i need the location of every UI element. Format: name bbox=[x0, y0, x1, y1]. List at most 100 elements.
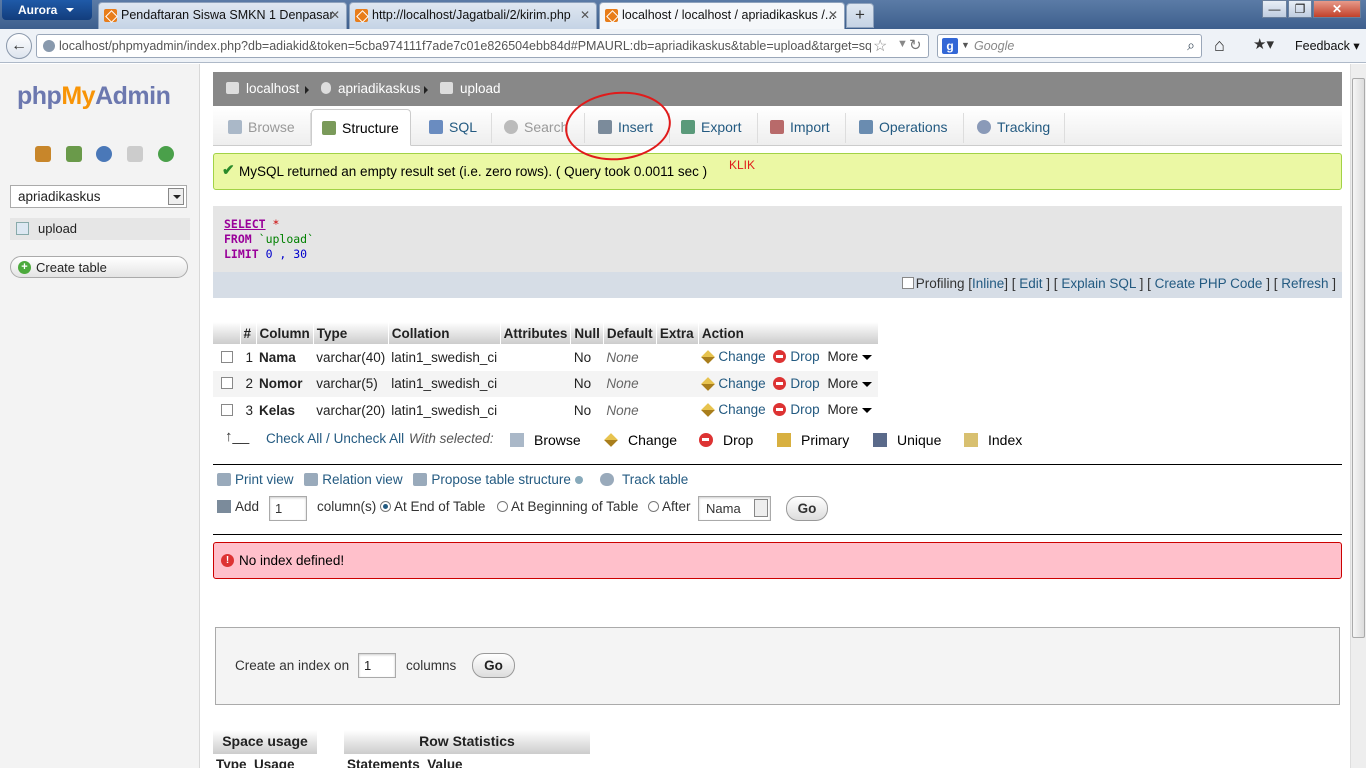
bulk-unique-button[interactable]: Unique bbox=[873, 432, 941, 448]
feedback-menu[interactable]: Feedback ▾ bbox=[1295, 38, 1360, 53]
more-button[interactable]: More bbox=[827, 402, 873, 417]
new-tab-button[interactable]: + bbox=[846, 3, 874, 28]
column-header[interactable]: Null bbox=[570, 322, 604, 344]
drop-button[interactable]: Drop bbox=[773, 376, 820, 391]
tab-operations[interactable]: Operations bbox=[859, 109, 947, 146]
browser-tab[interactable]: Pendaftaran Siswa SMKN 1 Denpasar ✕ bbox=[98, 2, 347, 29]
change-button[interactable]: Change bbox=[701, 402, 766, 417]
close-icon[interactable]: ✕ bbox=[828, 8, 838, 22]
after-option[interactable]: After bbox=[648, 499, 691, 514]
bulk-browse-button[interactable]: Browse bbox=[510, 432, 581, 448]
drop-button[interactable]: Drop bbox=[773, 349, 820, 364]
add-column-go-button[interactable]: Go bbox=[786, 496, 828, 521]
explain-sql-link[interactable]: Explain SQL bbox=[1061, 276, 1136, 291]
index-count-input[interactable]: 1 bbox=[358, 653, 396, 678]
bookmark-star-icon[interactable]: ☆ bbox=[873, 36, 887, 56]
radio[interactable] bbox=[648, 501, 659, 512]
relation-view-link[interactable]: Relation view bbox=[304, 472, 403, 487]
browser-tab[interactable]: http://localhost/Jagatbali/2/kirim.php ✕ bbox=[349, 2, 597, 29]
bookmarks-menu-icon[interactable]: ★▾ bbox=[1253, 35, 1274, 53]
add-column-count-input[interactable]: 1 bbox=[269, 496, 307, 521]
tab-tracking[interactable]: Tracking bbox=[977, 109, 1050, 146]
create-table-button[interactable]: + Create table bbox=[10, 256, 188, 278]
tab-search[interactable]: Search bbox=[504, 109, 568, 146]
pencil-icon bbox=[701, 376, 716, 391]
window-close-button[interactable]: ✕ bbox=[1313, 0, 1361, 18]
change-button[interactable]: Change bbox=[701, 376, 766, 391]
search-icon[interactable]: ⌕ bbox=[1187, 37, 1195, 54]
back-button[interactable]: ← bbox=[6, 33, 32, 59]
maximize-button[interactable]: ❐ bbox=[1288, 0, 1312, 18]
column-header[interactable]: Default bbox=[603, 322, 657, 344]
help-icon[interactable] bbox=[96, 146, 113, 162]
tab-structure[interactable]: Structure bbox=[311, 109, 411, 146]
google-icon[interactable]: g bbox=[942, 38, 958, 54]
check-all-link[interactable]: Check All bbox=[266, 431, 322, 446]
sidebar-item-upload[interactable]: upload bbox=[10, 218, 190, 240]
sql-keyword[interactable]: SELECT bbox=[224, 217, 266, 231]
column-header[interactable]: Extra bbox=[656, 322, 699, 344]
column-header[interactable]: Type bbox=[313, 322, 389, 344]
reload-icon[interactable]: ↻ bbox=[909, 36, 922, 54]
drop-button[interactable]: Drop bbox=[773, 402, 820, 417]
radio-selected[interactable] bbox=[380, 501, 391, 512]
vertical-scrollbar[interactable] bbox=[1350, 64, 1366, 768]
home-icon[interactable] bbox=[35, 146, 51, 162]
column-header[interactable]: Attributes bbox=[500, 322, 572, 344]
close-icon[interactable]: ✕ bbox=[330, 8, 340, 22]
help-icon[interactable] bbox=[574, 476, 583, 484]
column-header[interactable]: Collation bbox=[388, 322, 501, 344]
print-view-link[interactable]: Print view bbox=[217, 472, 294, 487]
breadcrumb-database[interactable]: apriadikaskus bbox=[321, 81, 421, 96]
logout-icon[interactable] bbox=[65, 146, 82, 162]
radio[interactable] bbox=[497, 501, 508, 512]
xampp-favicon-icon bbox=[104, 9, 117, 22]
reload-icon[interactable] bbox=[157, 146, 174, 162]
profiling-checkbox[interactable] bbox=[901, 277, 914, 289]
address-bar[interactable]: localhost/phpmyadmin/index.php?db=adiaki… bbox=[36, 34, 929, 58]
close-icon[interactable]: ✕ bbox=[580, 8, 590, 22]
browser-title-bar: Aurora Pendaftaran Siswa SMKN 1 Denpasar… bbox=[0, 0, 1366, 29]
bulk-primary-button[interactable]: Primary bbox=[777, 432, 849, 448]
refresh-link[interactable]: Refresh bbox=[1281, 276, 1328, 291]
create-index-go-button[interactable]: Go bbox=[472, 653, 515, 678]
tab-export[interactable]: Export bbox=[681, 109, 741, 146]
uncheck-all-link[interactable]: Uncheck All bbox=[334, 431, 405, 446]
browser-tab-active[interactable]: localhost / localhost / apriadikaskus /.… bbox=[599, 2, 845, 29]
edit-link[interactable]: Edit bbox=[1019, 276, 1042, 291]
chevron-down-icon[interactable]: ▼ bbox=[961, 40, 970, 50]
inline-link[interactable]: Inline bbox=[972, 276, 1004, 291]
create-php-code-link[interactable]: Create PHP Code bbox=[1155, 276, 1263, 291]
change-button[interactable]: Change bbox=[701, 349, 766, 364]
row-checkbox[interactable] bbox=[221, 403, 233, 416]
home-icon[interactable]: ⌂ bbox=[1214, 35, 1225, 56]
column-header[interactable]: Column bbox=[256, 322, 314, 344]
bulk-change-button[interactable]: Change bbox=[604, 432, 677, 448]
track-table-link[interactable]: Track table bbox=[600, 472, 688, 487]
row-checkbox[interactable] bbox=[221, 377, 233, 390]
documentation-icon[interactable] bbox=[126, 146, 143, 162]
propose-structure-link[interactable]: Propose table structure bbox=[413, 472, 583, 487]
after-field-select[interactable]: Nama bbox=[698, 496, 771, 521]
breadcrumb-table[interactable]: upload bbox=[440, 81, 501, 96]
history-dropdown-icon[interactable]: ▼ bbox=[897, 38, 908, 50]
tab-sql[interactable]: SQL bbox=[429, 109, 477, 146]
at-end-option[interactable]: At End of Table bbox=[380, 499, 485, 514]
search-bar[interactable]: g ▼ Google ⌕ bbox=[937, 34, 1202, 58]
more-button[interactable]: More bbox=[827, 376, 873, 392]
field-type: varchar(40) bbox=[316, 349, 386, 365]
aurora-menu-button[interactable]: Aurora bbox=[2, 0, 92, 20]
breadcrumb-server[interactable]: localhost bbox=[226, 81, 299, 96]
phpmyadmin-logo[interactable]: phpMyAdmin bbox=[17, 82, 171, 111]
minimize-button[interactable]: — bbox=[1262, 0, 1287, 18]
bulk-index-button[interactable]: Index bbox=[964, 432, 1022, 448]
tab-import[interactable]: Import bbox=[770, 109, 830, 146]
scrollbar-thumb[interactable] bbox=[1352, 78, 1365, 638]
database-select[interactable]: apriadikaskus bbox=[10, 185, 187, 208]
at-beginning-option[interactable]: At Beginning of Table bbox=[497, 499, 638, 514]
row-checkbox[interactable] bbox=[221, 350, 233, 363]
tab-browse[interactable]: Browse bbox=[228, 109, 295, 146]
bulk-drop-button[interactable]: Drop bbox=[699, 432, 753, 448]
chevron-down-icon bbox=[862, 381, 873, 392]
more-button[interactable]: More bbox=[827, 349, 873, 364]
